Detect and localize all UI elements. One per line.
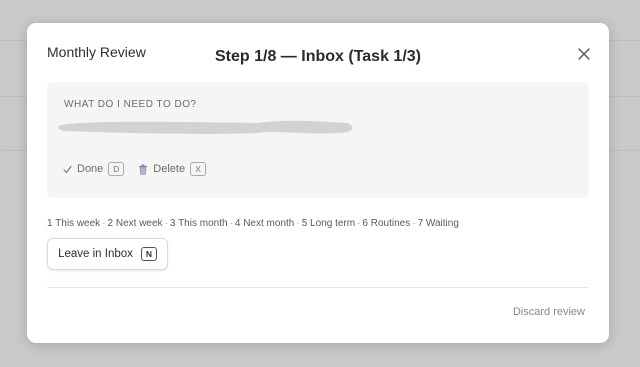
destination-list: 1 This week · 2 Next week · 3 This month · 4 N… [47, 218, 459, 229]
done-shortcut: D [108, 162, 125, 176]
checkmark-icon [63, 165, 72, 173]
discard-review-link[interactable]: Discard review [513, 306, 585, 318]
destination-item[interactable]: 4 Next month [235, 218, 294, 229]
modal-title: Monthly Review [47, 44, 146, 60]
destination-item[interactable]: 6 Routines [362, 218, 410, 229]
leave-in-inbox-label: Leave in Inbox [58, 248, 133, 260]
leave-in-inbox-shortcut: N [140, 247, 157, 261]
done-button[interactable]: Done D [63, 162, 125, 176]
destination-item[interactable]: 5 Long term [302, 218, 355, 229]
destination-item[interactable]: 1 This week [47, 218, 100, 229]
destination-item[interactable]: 7 Waiting [418, 218, 459, 229]
destination-item[interactable]: 2 Next week [108, 218, 163, 229]
review-modal: Monthly Review Step 1/8 — Inbox (Task 1/… [27, 23, 609, 343]
destination-item[interactable]: 3 This month [170, 218, 228, 229]
redacted-task-text [58, 120, 353, 134]
task-card: WHAT DO I NEED TO DO? Done D Delete X [47, 82, 589, 198]
close-icon [578, 48, 590, 60]
task-actions: Done D Delete X [63, 162, 207, 176]
delete-label: Delete [153, 163, 186, 175]
divider [47, 287, 589, 288]
delete-button[interactable]: Delete X [138, 162, 207, 176]
trash-icon [139, 164, 148, 175]
task-question-label: WHAT DO I NEED TO DO? [64, 99, 197, 110]
done-label: Done [77, 163, 104, 175]
delete-shortcut: X [190, 162, 207, 176]
close-button[interactable] [575, 45, 593, 63]
leave-in-inbox-button[interactable]: Leave in Inbox N [47, 238, 168, 270]
